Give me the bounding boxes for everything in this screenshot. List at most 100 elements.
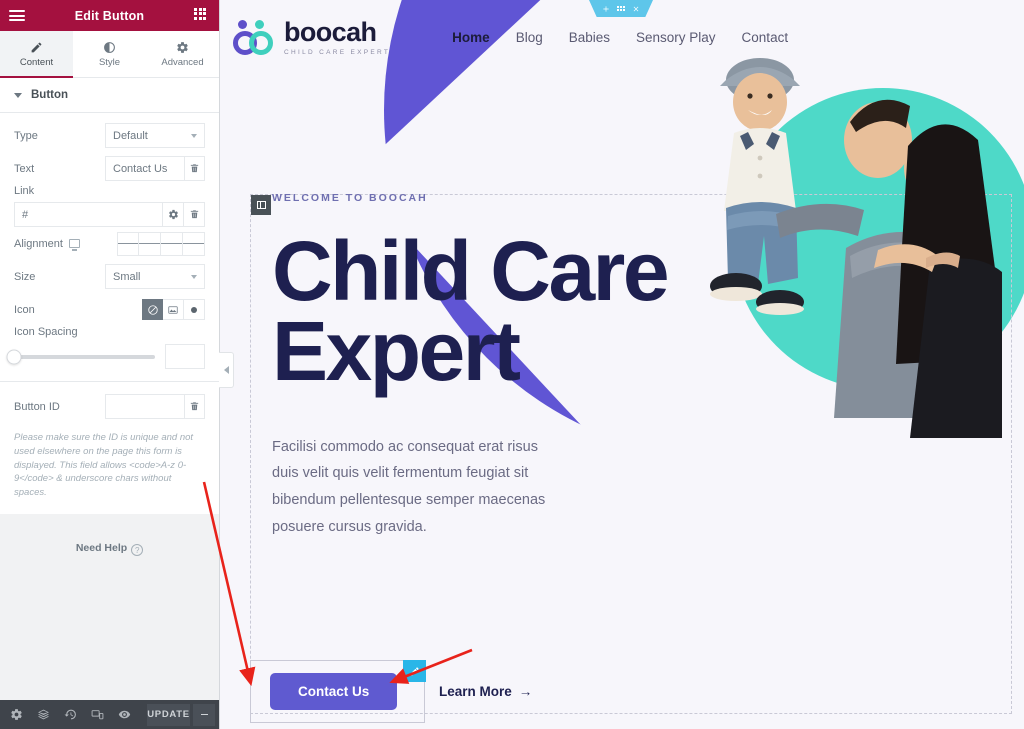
tab-advanced[interactable]: Advanced [146, 31, 219, 77]
icon-none-button[interactable] [142, 299, 163, 320]
link-input[interactable]: # [14, 202, 163, 227]
tab-content[interactable]: Content [0, 31, 73, 78]
editor-screen: Edit Button Content Style Advanced Butto… [0, 0, 1024, 729]
button-id-input[interactable] [105, 394, 185, 419]
nav-item-home[interactable]: Home [452, 30, 490, 45]
settings-gear-icon[interactable] [4, 700, 29, 729]
control-text-label: Text [14, 162, 35, 175]
plus-icon[interactable] [602, 5, 610, 13]
grid-icon[interactable] [194, 7, 210, 24]
text-input[interactable]: Contact Us [105, 156, 185, 181]
panel-collapse-button[interactable] [219, 352, 234, 388]
link-options-gear-icon[interactable] [163, 202, 184, 227]
control-size-label: Size [14, 270, 36, 283]
need-help-label: Need Help [75, 541, 128, 554]
button-widget-wrapper[interactable]: Contact Us [250, 660, 426, 723]
section-header-button[interactable]: Button [0, 78, 219, 113]
align-right-button[interactable] [161, 231, 183, 256]
contrast-icon [104, 41, 115, 53]
panel-title: Edit Button [74, 8, 145, 23]
nav-item-babies[interactable]: Babies [569, 30, 610, 45]
logo-name: boocah [284, 16, 377, 47]
logo-mark-icon [233, 19, 275, 55]
icon-media-button[interactable] [163, 299, 184, 320]
align-justify-button[interactable] [183, 231, 205, 256]
size-select[interactable]: Small [105, 264, 205, 289]
hamburger-icon[interactable] [9, 8, 25, 24]
update-options-button[interactable] [193, 703, 215, 726]
learn-more-link[interactable]: Learn More → [439, 684, 532, 699]
control-link-label: Link [14, 185, 35, 197]
update-button[interactable]: UPDATE [147, 703, 190, 726]
responsive-icon[interactable] [85, 700, 110, 729]
control-type-label: Type [14, 129, 38, 142]
image-icon [168, 305, 178, 314]
icon-spacing-slider-knob[interactable] [6, 349, 22, 364]
ban-icon [147, 304, 158, 315]
question-mark-icon: ? [131, 544, 144, 557]
nav-item-blog[interactable]: Blog [516, 30, 543, 45]
control-icon-spacing: Icon Spacing [6, 326, 205, 369]
chevron-down-icon [14, 92, 22, 98]
panel-tabs: Content Style Advanced [0, 31, 219, 78]
control-size: Size Small [14, 260, 205, 293]
section-label: Button [31, 89, 69, 101]
control-button-id-label: Button ID [14, 400, 60, 413]
site-preview: boocah CHILD CARE EXPERT Home Blog Babie… [220, 0, 1024, 729]
control-link: Link # [14, 185, 205, 227]
hero-headline: Child Care Expert [272, 224, 670, 398]
elementor-panel: Edit Button Content Style Advanced Butto… [0, 0, 220, 729]
section-toolbar [589, 0, 653, 17]
control-type: Type Default [14, 119, 205, 152]
link-dynamic-tags-icon[interactable] [184, 202, 205, 227]
align-left-button[interactable] [117, 231, 139, 256]
tab-style-label: Style [98, 56, 121, 68]
close-icon[interactable] [632, 5, 640, 13]
button-id-dynamic-tags-icon[interactable] [184, 394, 205, 419]
control-icon: Icon [14, 293, 205, 326]
desktop-icon[interactable] [68, 239, 80, 251]
need-help-link[interactable]: Need Help? [0, 542, 219, 557]
type-select-value: Default [113, 129, 148, 142]
icon-solid-button[interactable] [184, 299, 205, 320]
hero-content: WELCOME TO BOOCAH Child Care Expert Faci… [272, 192, 792, 541]
size-select-value: Small [113, 270, 141, 283]
text-dynamic-tags-icon[interactable] [184, 156, 205, 181]
chevron-down-icon [191, 274, 197, 279]
control-icon-spacing-label: Icon Spacing [14, 326, 78, 338]
hero-eyebrow: WELCOME TO BOOCAH [272, 192, 428, 204]
text-input-value: Contact Us [113, 162, 168, 175]
tab-content-label: Content [19, 56, 54, 68]
layers-icon[interactable] [31, 700, 56, 729]
dots-grid-icon[interactable] [617, 6, 625, 11]
panel-empty-area: Need Help? [0, 513, 219, 700]
circle-filled-icon [191, 306, 197, 313]
tab-advanced-label: Advanced [161, 56, 204, 68]
panel-footer: UPDATE [0, 700, 219, 729]
icon-spacing-input[interactable] [165, 344, 205, 369]
gear-icon [177, 41, 188, 53]
logo-tagline: CHILD CARE EXPERT [284, 48, 391, 56]
chevron-left-icon [223, 366, 229, 374]
hero-button-row: Contact Us Learn More → [250, 660, 532, 723]
control-text: Text Contact Us [14, 152, 205, 185]
history-icon[interactable] [58, 700, 83, 729]
learn-more-label: Learn More [439, 684, 512, 699]
type-select[interactable]: Default [105, 123, 205, 148]
panel-header: Edit Button [0, 0, 219, 31]
preview-eye-icon[interactable] [112, 700, 137, 729]
control-button-id: Button ID [14, 390, 205, 423]
widget-edit-pencil-icon[interactable] [403, 660, 426, 682]
pencil-icon [31, 42, 42, 52]
hero-description: Facilisi commodo ac consequat erat risus… [272, 438, 546, 536]
control-icon-label: Icon [14, 303, 35, 316]
tab-style[interactable]: Style [73, 31, 146, 77]
site-logo[interactable]: boocah CHILD CARE EXPERT [233, 16, 391, 56]
align-center-button[interactable] [139, 231, 161, 256]
chevron-down-icon [191, 133, 197, 138]
icon-spacing-slider[interactable] [6, 349, 155, 364]
button-id-hint: Please make sure the ID is unique and no… [14, 432, 194, 499]
contact-us-button[interactable]: Contact Us [270, 673, 398, 710]
control-divider [0, 381, 219, 382]
column-handle-icon[interactable] [251, 195, 271, 215]
